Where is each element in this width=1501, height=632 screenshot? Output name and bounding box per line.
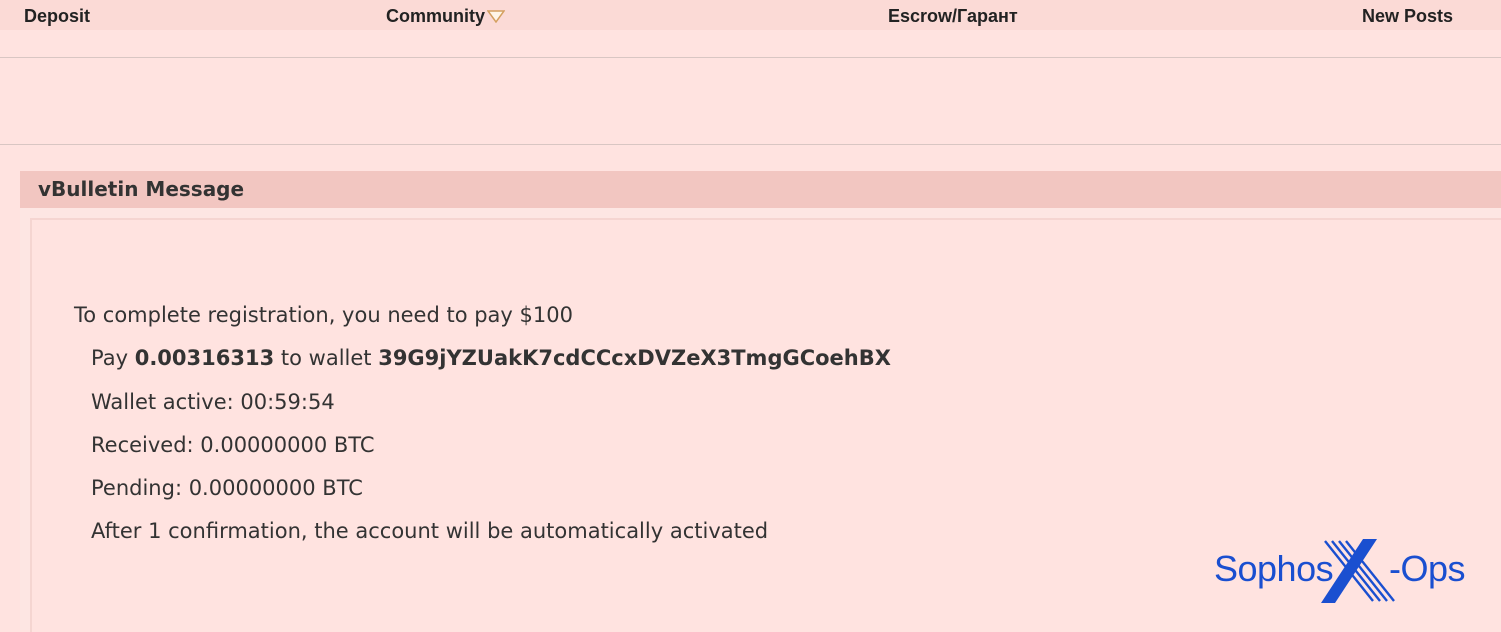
nav-community-label: Community bbox=[386, 6, 485, 26]
wallet-address[interactable]: 39G9jYZUakK7cdCCcxDVZeX3TmgGCoehBX bbox=[378, 346, 891, 370]
pending-amount: Pending: 0.00000000 BTC bbox=[91, 476, 363, 500]
dropdown-triangle-icon[interactable] bbox=[486, 7, 506, 28]
message-header: vBulletin Message bbox=[20, 171, 1501, 208]
divider bbox=[0, 57, 1501, 58]
sophos-xops-logo: Sophos -Ops bbox=[1212, 538, 1467, 604]
nav-community-link[interactable]: Community bbox=[386, 6, 506, 28]
nav-deposit-link[interactable]: Deposit bbox=[24, 6, 90, 27]
confirmation-note: After 1 confirmation, the account will b… bbox=[91, 519, 769, 543]
divider bbox=[0, 144, 1501, 145]
logo-text-ops: -Ops bbox=[1389, 548, 1466, 589]
message-title: vBulletin Message bbox=[38, 177, 245, 201]
registration-payment-notice: To complete registration, you need to pa… bbox=[74, 303, 573, 327]
pay-label: Pay bbox=[91, 346, 129, 370]
top-navbar: Deposit Community Escrow/Гарант New Post… bbox=[0, 0, 1501, 30]
payment-instruction: Pay 0.00316313 to wallet 39G9jYZUakK7cdC… bbox=[91, 346, 891, 370]
payment-amount: 0.00316313 bbox=[134, 346, 275, 370]
nav-new-posts-link[interactable]: New Posts bbox=[1362, 6, 1453, 27]
wallet-active-timer: Wallet active: 00:59:54 bbox=[91, 390, 335, 414]
received-amount: Received: 0.00000000 BTC bbox=[91, 433, 375, 457]
nav-escrow-link[interactable]: Escrow/Гарант bbox=[888, 6, 1018, 27]
logo-text-sophos: Sophos bbox=[1214, 548, 1334, 589]
to-wallet-label: to wallet bbox=[280, 346, 372, 370]
x-mark-icon bbox=[1321, 539, 1395, 603]
